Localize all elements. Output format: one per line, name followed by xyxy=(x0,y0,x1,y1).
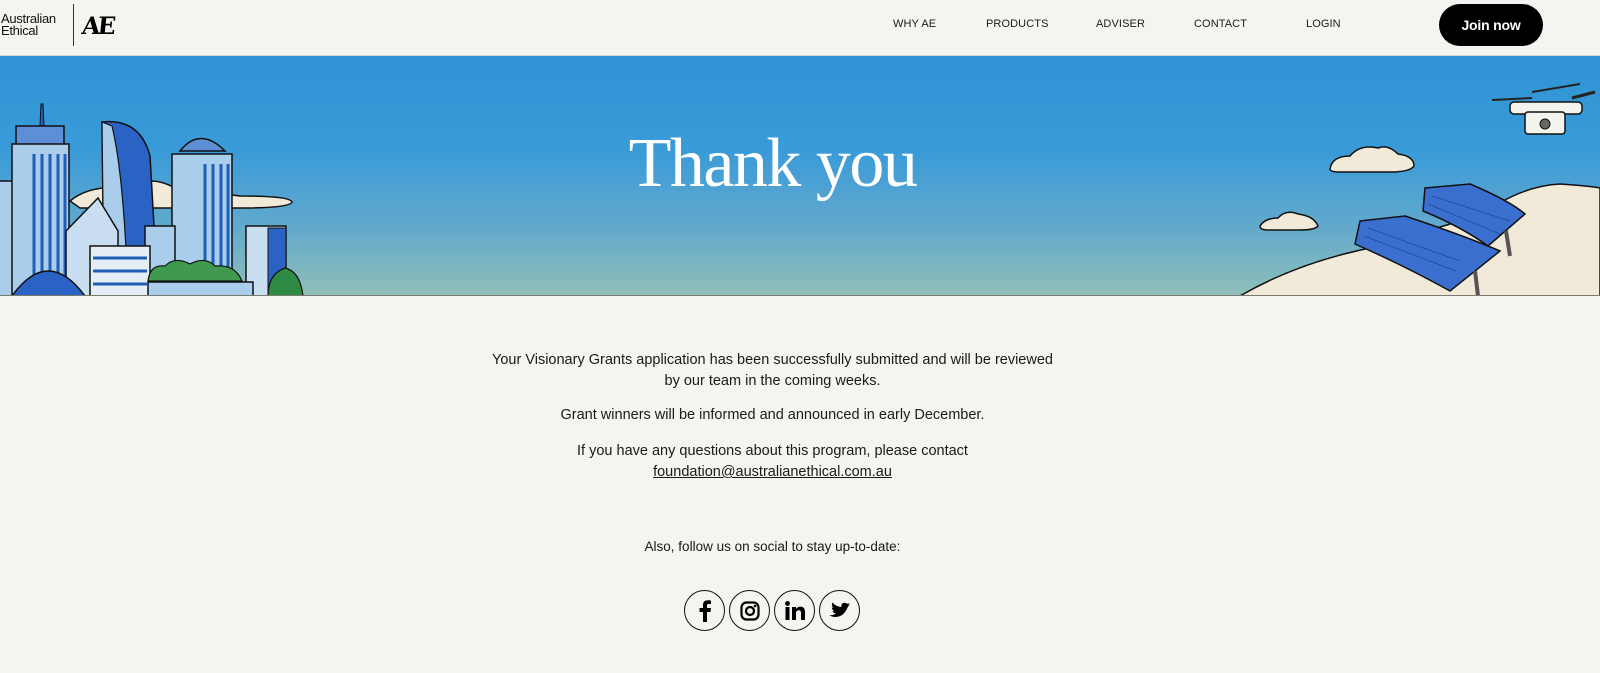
announcement-text: Grant winners will be informed and annou… xyxy=(560,407,985,423)
drone-illustration xyxy=(1491,83,1596,135)
submission-confirmation-text: Your Visionary Grants application has be… xyxy=(0,350,1545,392)
twitter-icon xyxy=(829,602,850,617)
building xyxy=(147,281,254,295)
social-links xyxy=(684,590,860,631)
twitter-link[interactable] xyxy=(819,590,860,631)
join-now-button[interactable]: Join now xyxy=(1439,4,1543,46)
instagram-link[interactable] xyxy=(729,590,770,631)
linkedin-icon xyxy=(784,601,805,620)
hero-banner: Thank you xyxy=(0,56,1600,296)
cloud-shape xyxy=(1259,211,1319,231)
site-header: Australian Ethical AE WHY AE PRODUCTS AD… xyxy=(0,0,1600,56)
confirmation-line-2: by our team in the coming weeks. xyxy=(664,373,881,389)
logo-wordmark: Australian Ethical xyxy=(1,12,69,38)
nav-contact[interactable]: CONTACT xyxy=(1194,18,1247,30)
nav-products[interactable]: PRODUCTS xyxy=(986,18,1049,30)
contact-text: If you have any questions about this pro… xyxy=(0,441,1545,483)
nav-adviser[interactable]: ADVISER xyxy=(1096,18,1145,30)
facebook-link[interactable] xyxy=(684,590,725,631)
logo-divider xyxy=(73,4,74,46)
nav-why-ae[interactable]: WHY AE xyxy=(893,18,936,30)
facebook-icon xyxy=(699,599,711,622)
nav-login[interactable]: LOGIN xyxy=(1306,18,1341,30)
social-prompt: Also, follow us on social to stay up-to-… xyxy=(644,539,901,554)
building xyxy=(39,103,45,127)
email-link[interactable]: foundation@australianethical.com.au xyxy=(653,464,892,480)
instagram-icon xyxy=(739,600,760,621)
solar-landscape-illustration xyxy=(1240,83,1600,295)
confirmation-line-1: Your Visionary Grants application has be… xyxy=(492,352,1053,368)
cloud-shape xyxy=(1329,146,1415,173)
logo-line-2: Ethical xyxy=(1,23,38,38)
contact-line: If you have any questions about this pro… xyxy=(577,443,968,459)
logo-mark-icon: AE xyxy=(80,10,115,40)
linkedin-link[interactable] xyxy=(774,590,815,631)
logo-link[interactable]: Australian Ethical AE xyxy=(1,4,115,46)
